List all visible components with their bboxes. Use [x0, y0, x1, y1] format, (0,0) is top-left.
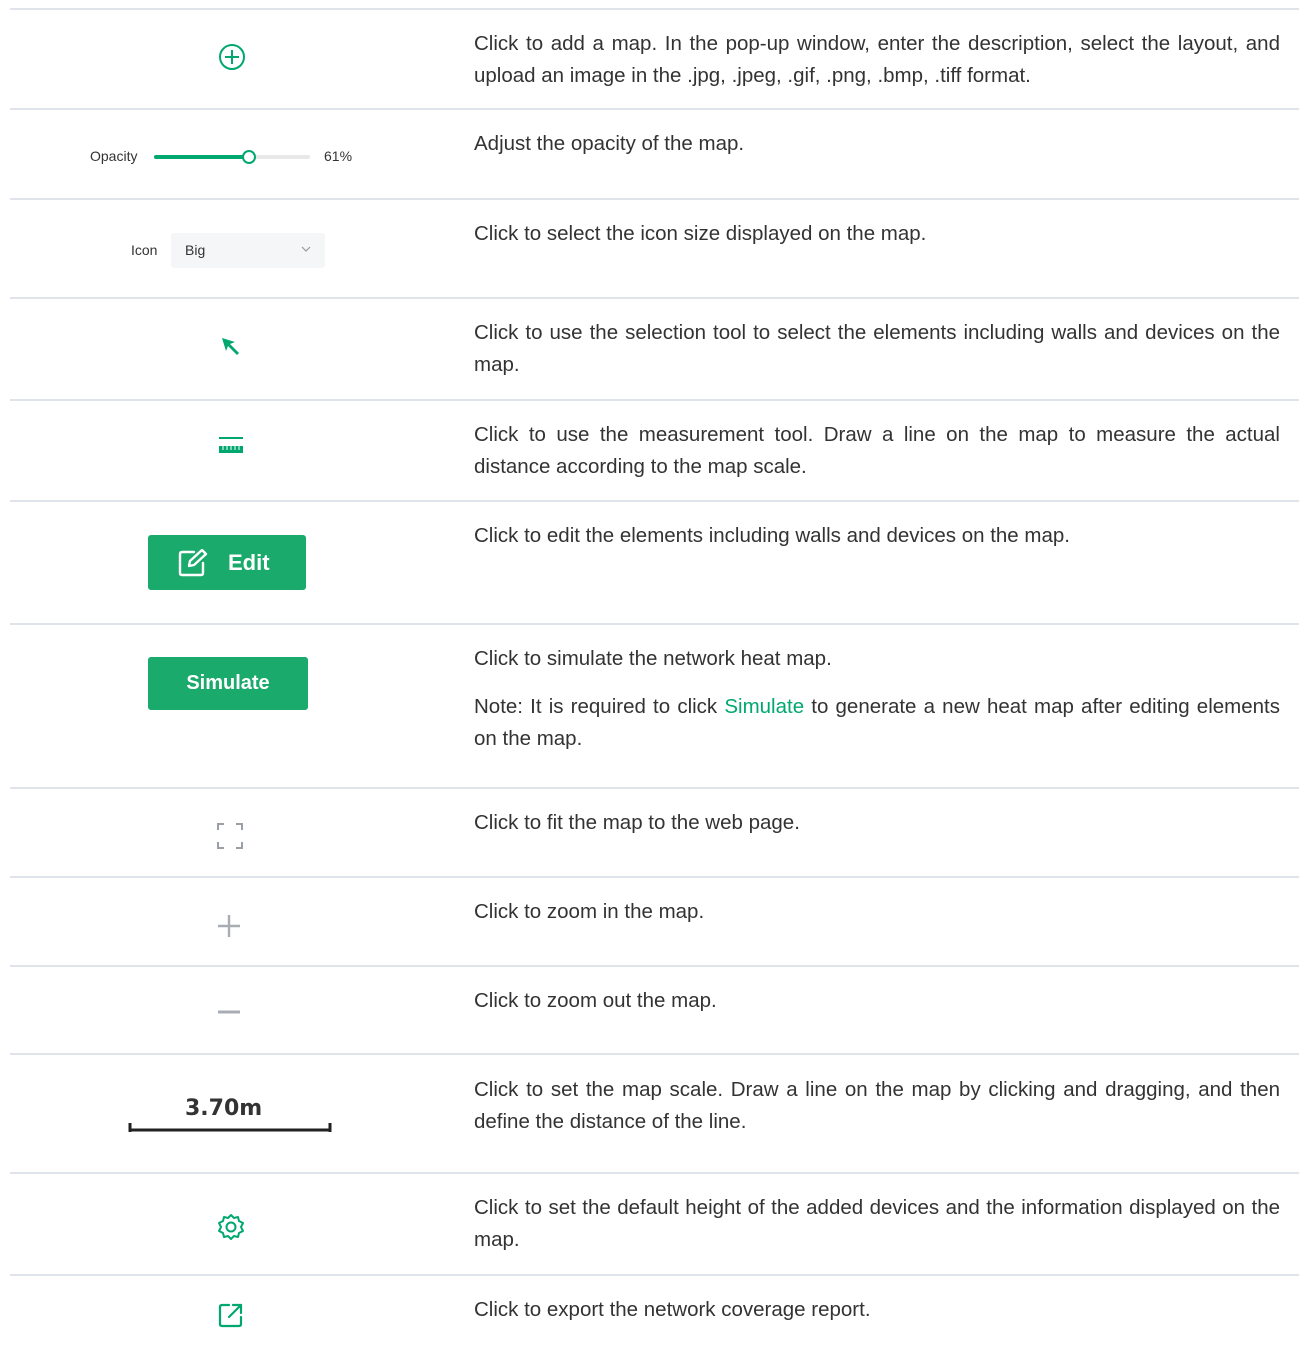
row-divider [10, 1172, 1299, 1174]
row-description: Click to set the default height of the a… [474, 1192, 1280, 1256]
row-description: Click to zoom out the map. [474, 985, 1280, 1017]
row-divider [10, 1274, 1299, 1276]
row-divider [10, 787, 1299, 789]
note-text: Note: It is required to click Simulate t… [474, 691, 1280, 755]
row-divider [10, 500, 1299, 502]
row-divider [10, 198, 1299, 200]
ruler-icon [219, 437, 243, 453]
opacity-slider-thumb[interactable] [242, 150, 257, 164]
map-scale-value: 3.70m [185, 1096, 263, 1121]
description-text: Click to set the map scale. Draw a line … [474, 1078, 1280, 1133]
icon-size-label: Icon [131, 242, 158, 258]
row-description: Click to fit the map to the web page. [474, 807, 1280, 839]
simulate-button-label: Simulate [186, 672, 270, 694]
description-text: Click to simulate the network heat map. [474, 647, 832, 670]
row-divider [10, 1053, 1299, 1055]
simulate-link: Simulate [724, 695, 805, 718]
description-text: Click to use the measurement tool. Draw … [474, 423, 1280, 478]
row-divider [10, 108, 1299, 110]
row-description: Click to use the selection tool to selec… [474, 317, 1280, 381]
settings-button[interactable] [217, 1213, 245, 1241]
description-text: Click to edit the elements including wal… [474, 524, 1070, 547]
zoom-out-button[interactable] [216, 1006, 242, 1018]
selection-tool-button[interactable] [219, 335, 243, 359]
chevron-down-icon [301, 246, 311, 252]
export-button[interactable] [218, 1302, 244, 1328]
row-description: Click to zoom in the map. [474, 896, 1280, 928]
row-description: Click to simulate the network heat map. … [474, 643, 1280, 755]
description-text: Adjust the opacity of the map. [474, 132, 745, 155]
row-divider [10, 297, 1299, 299]
zoom-out-icon [218, 1010, 240, 1014]
description-text: Click to add a map. In the pop-up window… [474, 32, 1280, 87]
icon-size-value: Big [185, 242, 206, 258]
gear-icon [218, 1214, 244, 1240]
opacity-slider-fill [154, 155, 250, 159]
add-map-button[interactable] [218, 43, 246, 71]
row-divider [10, 876, 1299, 878]
row-divider [10, 399, 1299, 401]
opacity-slider[interactable] [154, 150, 310, 164]
zoom-in-icon [218, 915, 240, 937]
measurement-tool-button[interactable] [218, 436, 244, 456]
row-description: Adjust the opacity of the map. [474, 128, 1280, 160]
fit-screen-button[interactable] [216, 822, 244, 850]
selection-arrow-icon [222, 338, 239, 355]
icon-size-select[interactable]: Big [171, 233, 325, 268]
export-icon [218, 1303, 243, 1328]
zoom-in-button[interactable] [216, 913, 242, 939]
simulate-button[interactable]: Simulate [148, 657, 308, 710]
description-text: Click to zoom out the map. [474, 989, 717, 1012]
description-text: Click to fit the map to the web page. [474, 811, 800, 834]
row-description: Click to add a map. In the pop-up window… [474, 28, 1280, 92]
description-text: Click to select the icon size displayed … [474, 222, 927, 245]
note-before: Note: It is required to click [474, 695, 725, 718]
row-description: Click to select the icon size displayed … [474, 218, 1280, 250]
description-text: Click to set the default height of the a… [474, 1196, 1280, 1251]
row-divider [10, 965, 1299, 967]
row-description: Click to export the network coverage rep… [474, 1294, 1280, 1326]
edit-button[interactable]: Edit [148, 535, 306, 590]
edit-button-label: Edit [228, 550, 270, 575]
description-text: Click to use the selection tool to selec… [474, 321, 1280, 376]
row-description: Click to edit the elements including wal… [474, 520, 1280, 552]
opacity-label: Opacity [90, 148, 138, 164]
description-text: Click to export the network coverage rep… [474, 1298, 871, 1321]
row-description: Click to set the map scale. Draw a line … [474, 1074, 1280, 1138]
row-description: Click to use the measurement tool. Draw … [474, 419, 1280, 483]
edit-icon [178, 549, 208, 577]
description-text: Click to zoom in the map. [474, 900, 705, 923]
add-circle-icon [219, 44, 245, 70]
row-divider [10, 8, 1299, 10]
opacity-value: 61% [324, 148, 353, 164]
row-divider [10, 623, 1299, 625]
fit-screen-icon [217, 823, 243, 849]
